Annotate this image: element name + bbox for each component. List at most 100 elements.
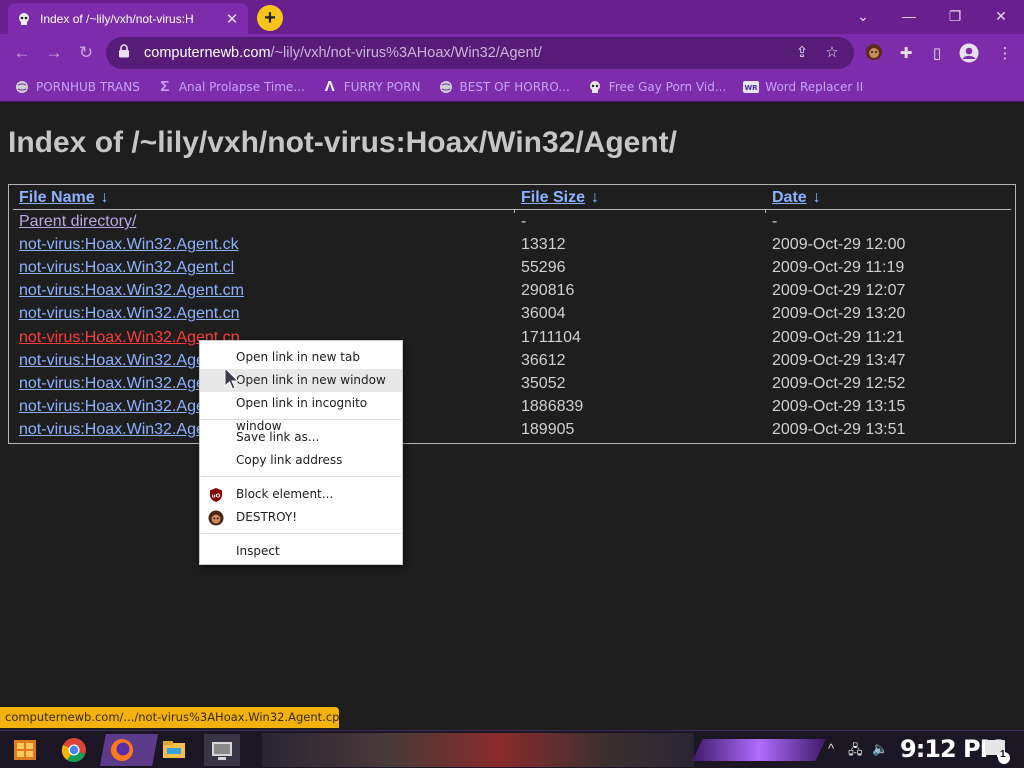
- header-divider: [13, 209, 1011, 210]
- menu-item-open-new-tab[interactable]: Open link in new tab: [200, 346, 402, 369]
- tab-search-icon[interactable]: ⌄: [850, 5, 876, 27]
- profile-avatar-icon[interactable]: [958, 43, 980, 65]
- menu-item-open-incognito[interactable]: Open link in incognito window: [200, 392, 402, 433]
- side-panel-icon[interactable]: ▯: [926, 43, 948, 65]
- file-date: 2009-Oct-29 13:20: [772, 305, 906, 322]
- file-size: 55296: [521, 259, 566, 276]
- file-link[interactable]: not-virus:Hoax.Win32.Agent.cl: [19, 259, 234, 277]
- address-bar[interactable]: computernewb.com/~lily/vxh/not-virus%3AH…: [106, 37, 854, 69]
- file-date: 2009-Oct-29 12:52: [772, 375, 906, 392]
- sigma-icon: Σ: [160, 78, 170, 95]
- file-link[interactable]: Parent directory/: [19, 213, 136, 231]
- column-header-file-name[interactable]: File Name ↓: [19, 189, 109, 207]
- file-link[interactable]: not-virus:Hoax.Win32.Agent.cm: [19, 282, 244, 300]
- chrome-taskbar-icon[interactable]: [58, 734, 92, 766]
- file-size: 189905: [521, 421, 575, 438]
- file-size: 1886839: [521, 398, 584, 415]
- skull-icon: [587, 79, 603, 95]
- menu-item-save-link[interactable]: Save link as...: [200, 426, 402, 449]
- bookmark-label: FURRY PORN: [343, 79, 421, 94]
- bookmark-item[interactable]: BEST OF HORRO...: [438, 79, 570, 95]
- file-link[interactable]: not-virus:Hoax.Win32.Agent.cn: [19, 305, 240, 323]
- reload-icon[interactable]: ↻: [74, 41, 98, 65]
- ublock-shield-icon: uO: [208, 487, 224, 503]
- tray-chevron-icon[interactable]: ^: [828, 741, 834, 756]
- extensions-puzzle-icon[interactable]: ✚: [895, 43, 917, 65]
- file-date: -: [772, 213, 778, 230]
- bookmark-label: Free Gay Porn Vid...: [608, 79, 727, 94]
- lock-icon[interactable]: [118, 43, 134, 63]
- file-date: 2009-Oct-29 12:00: [772, 236, 906, 253]
- file-date: 2009-Oct-29 13:15: [772, 398, 906, 415]
- new-tab-button[interactable]: +: [257, 5, 283, 31]
- table-row: not-virus:Hoax.Win32.Agent.cr 35052 2009…: [9, 375, 1015, 398]
- minimize-button[interactable]: —: [896, 5, 922, 27]
- extension-avatar-icon[interactable]: [863, 43, 885, 65]
- bookmark-item[interactable]: PORNHUB TRANS: [14, 79, 140, 95]
- menu-item-label: DESTROY!: [236, 510, 298, 524]
- column-header-date[interactable]: Date ↓: [772, 189, 821, 207]
- bookmark-star-icon[interactable]: ☆: [822, 43, 842, 63]
- browser-tab-active[interactable]: Index of /~lily/vxh/not-virus:H ✕: [8, 3, 248, 34]
- file-size: 36004: [521, 305, 566, 322]
- network-icon[interactable]: 🖧: [848, 741, 863, 763]
- menu-separator: [201, 533, 401, 534]
- menu-item-block-element[interactable]: uO Block element...: [200, 483, 402, 506]
- file-listing-table: File Name ↓ File Size ↓ Date ↓ Parent direc…: [8, 184, 1016, 444]
- file-explorer-taskbar-icon[interactable]: [160, 734, 190, 766]
- table-row: not-virus:Hoax.Win32.Agent.cl 55296 2009…: [9, 259, 1015, 282]
- menu-separator: [201, 419, 401, 420]
- volume-icon[interactable]: 🔈: [872, 741, 888, 757]
- url-host: computernewb.com: [144, 45, 271, 61]
- mouse-cursor-icon: [224, 367, 240, 390]
- window-close-button[interactable]: ✕: [988, 5, 1014, 27]
- bookmark-label: BEST OF HORRO...: [459, 79, 570, 94]
- firefox-taskbar-icon[interactable]: [100, 734, 158, 766]
- column-header-label: File Name: [19, 189, 95, 206]
- file-date: 2009-Oct-29 11:19: [772, 259, 905, 276]
- table-row: not-virus:Hoax.Win32.Agent.cq 36612 2009…: [9, 352, 1015, 375]
- forward-arrow-icon[interactable]: →: [42, 41, 66, 65]
- taskbar: ^ 🖧 🔈 9:12 PM 1: [0, 730, 1024, 768]
- table-row: not-virus:Hoax.Win32.Agent.cp 1711104 20…: [9, 329, 1015, 352]
- share-icon[interactable]: ⇪: [792, 43, 812, 63]
- file-size: 35052: [521, 375, 566, 392]
- taskbar-neon-decoration: [692, 739, 826, 761]
- avatar-face-icon: [208, 510, 224, 526]
- start-button[interactable]: [8, 734, 44, 766]
- restore-button[interactable]: ❐: [942, 5, 968, 27]
- tab-title: Index of /~lily/vxh/not-virus:H: [40, 11, 194, 26]
- file-size: 290816: [521, 282, 575, 299]
- bookmark-item[interactable]: Σ Anal Prolapse Time...: [157, 78, 304, 95]
- table-row: Parent directory/ - -: [9, 213, 1015, 236]
- url-path: /~lily/vxh/not-virus%3AHoax/Win32/Agent/: [270, 45, 542, 61]
- remote-desktop-taskbar-icon[interactable]: [204, 734, 240, 766]
- file-date: 2009-Oct-29 13:51: [772, 421, 906, 438]
- column-header-file-size[interactable]: File Size ↓: [521, 189, 599, 207]
- file-link[interactable]: not-virus:Hoax.Win32.Agent.ck: [19, 236, 239, 254]
- menu-kebab-icon[interactable]: ⋮: [994, 43, 1016, 65]
- menu-item-destroy[interactable]: DESTROY!: [200, 506, 402, 529]
- back-arrow-icon[interactable]: ←: [10, 41, 34, 65]
- file-size: -: [521, 213, 527, 230]
- table-row: not-virus:Hoax.Win32.Agent.cn 36004 2009…: [9, 305, 1015, 328]
- notification-center-icon[interactable]: 1: [982, 734, 1012, 766]
- table-row: not-virus:Hoax.Win32.Agent.cm 290816 200…: [9, 282, 1015, 305]
- svg-text:uO: uO: [212, 494, 221, 500]
- bookmark-item[interactable]: Free Gay Porn Vid...: [587, 79, 726, 95]
- file-size: 36612: [521, 352, 566, 369]
- tab-close-icon[interactable]: ✕: [224, 10, 240, 28]
- table-row: not-virus:Hoax.Win32.Agent.ct 189905 200…: [9, 421, 1015, 444]
- menu-item-copy-link[interactable]: Copy link address: [200, 449, 402, 472]
- url-text[interactable]: computernewb.com/~lily/vxh/not-virus%3AH…: [144, 45, 782, 61]
- bookmark-item[interactable]: WR Word Replacer II: [743, 79, 863, 95]
- bookmark-item[interactable]: Λ FURRY PORN: [322, 78, 421, 95]
- file-size: 1711104: [521, 329, 581, 346]
- menu-item-label: Block element...: [236, 487, 334, 501]
- menu-separator: [201, 476, 401, 477]
- notification-count: 1: [1000, 749, 1006, 760]
- file-date: 2009-Oct-29 12:07: [772, 282, 906, 299]
- column-header-label: File Size: [521, 189, 586, 206]
- menu-item-inspect[interactable]: Inspect: [200, 540, 402, 563]
- bookmark-label: Word Replacer II: [765, 79, 864, 94]
